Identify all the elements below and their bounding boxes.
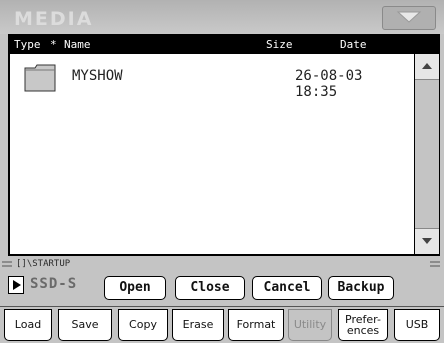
scrollbar[interactable] bbox=[414, 54, 439, 254]
file-name: MYSHOW bbox=[72, 68, 123, 84]
sort-marker: * bbox=[50, 38, 57, 51]
cancel-button[interactable]: Cancel bbox=[252, 276, 322, 300]
title-bar: MEDIA bbox=[0, 0, 444, 34]
tab-utility[interactable]: Utility bbox=[288, 309, 332, 341]
scroll-down-button[interactable] bbox=[415, 228, 439, 254]
close-button[interactable]: Close bbox=[175, 276, 245, 300]
folder-icon bbox=[24, 64, 56, 96]
arrow-up-icon bbox=[422, 63, 432, 69]
device-label: SSD-S bbox=[30, 276, 78, 292]
tab-usb[interactable]: USB bbox=[394, 309, 440, 341]
device-arrow-button[interactable] bbox=[8, 276, 24, 294]
tab-erase[interactable]: Erase bbox=[172, 309, 224, 341]
scroll-up-button[interactable] bbox=[415, 54, 439, 80]
separator-lines-icon bbox=[430, 260, 440, 271]
tab-preferences[interactable]: Prefer- ences bbox=[338, 309, 388, 341]
scroll-track[interactable] bbox=[415, 80, 439, 228]
column-size[interactable]: Size bbox=[266, 38, 293, 51]
column-name[interactable]: Name bbox=[64, 38, 91, 51]
path-bar: []\STARTUP bbox=[0, 258, 444, 272]
column-type[interactable]: Type bbox=[14, 38, 41, 51]
tab-copy[interactable]: Copy bbox=[118, 309, 168, 341]
tab-bar: Load Save Copy Erase Format Utility Pref… bbox=[0, 306, 444, 343]
open-button[interactable]: Open bbox=[104, 276, 166, 300]
arrow-down-icon bbox=[422, 238, 432, 244]
list-header: Type * Name Size Date bbox=[10, 36, 438, 54]
file-list-panel: Type * Name Size Date MYSHOW 26-08-03 18… bbox=[8, 34, 440, 256]
current-path: []\STARTUP bbox=[16, 259, 71, 269]
tab-load[interactable]: Load bbox=[4, 309, 52, 341]
chevron-down-icon bbox=[396, 11, 422, 23]
play-arrow-icon bbox=[13, 280, 21, 290]
window-title: MEDIA bbox=[14, 8, 94, 30]
page-menu-button[interactable] bbox=[382, 6, 436, 30]
list-item[interactable]: MYSHOW 26-08-03 18:35 bbox=[10, 60, 410, 100]
tab-format[interactable]: Format bbox=[228, 309, 284, 341]
tab-save[interactable]: Save bbox=[58, 309, 112, 341]
device-selector[interactable]: SSD-S bbox=[8, 274, 98, 298]
backup-button[interactable]: Backup bbox=[328, 276, 394, 300]
separator-lines-icon bbox=[2, 260, 12, 271]
file-date: 26-08-03 18:35 bbox=[295, 68, 363, 100]
column-date[interactable]: Date bbox=[340, 38, 367, 51]
